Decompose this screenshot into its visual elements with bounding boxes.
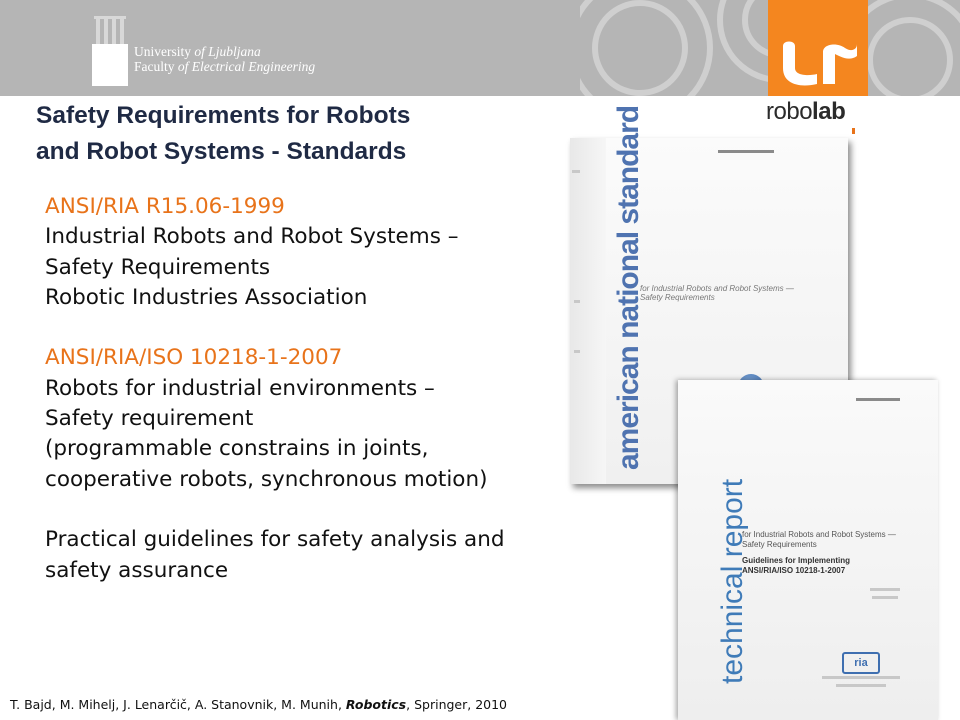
doc2-footer-line <box>822 676 900 679</box>
standard-description-line: Robotic Industries Association <box>45 284 368 310</box>
standard-description-line: Safety Requirements <box>45 254 271 280</box>
footer-authors: T. Bajd, M. Mihelj, J. Lenarčič, A. Stan… <box>10 697 346 712</box>
doc2-header-line <box>856 398 900 401</box>
guidelines-line: Practical guidelines for safety analysis… <box>45 527 505 553</box>
standard-description-line: (programmable constrains in joints, <box>45 436 429 462</box>
doc2-title: technical report <box>716 478 749 684</box>
footer-citation: T. Bajd, M. Mihelj, J. Lenarčič, A. Stan… <box>10 697 507 712</box>
doc1-header-line <box>718 150 774 153</box>
lr-logo-icon <box>783 41 857 86</box>
doc1-subtitle-line2: Safety Requirements <box>640 293 715 302</box>
doc2-subtitle-line4: ANSI/RIA/ISO 10218-1-2007 <box>742 566 846 575</box>
ria-logo-text: ria <box>854 657 868 669</box>
standard-description-line: Safety requirement <box>45 406 254 432</box>
guidelines-line: safety assurance <box>45 557 229 583</box>
footer-book-title: Robotics <box>345 697 407 712</box>
doc2-text-line <box>870 588 900 591</box>
title-line2: and Robot Systems - Standards <box>36 138 407 165</box>
doc1-subtitle-line1: for Industrial Robots and Robot Systems … <box>640 284 794 293</box>
doc1-margin-mark <box>572 170 580 173</box>
standard-description-line: Industrial Robots and Robot Systems – <box>45 224 459 250</box>
university-line2: Faculty <box>134 59 178 74</box>
slide-title: Safety Requirements for Robots and Robot… <box>36 98 596 170</box>
robolab-wordmark: robolab <box>766 98 846 126</box>
slide-body: ANSI/RIA R15.06-1999 Industrial Robots a… <box>45 192 605 586</box>
brand-name-bold: lab <box>812 98 846 125</box>
brand-accent-mark <box>852 128 855 134</box>
footer-publisher: , Springer, 2010 <box>406 697 508 712</box>
doc2-footer-line <box>836 684 886 687</box>
standard-code: ANSI/RIA/ISO 10218-1-2007 <box>45 345 343 371</box>
doc2-subtitle-line2: Safety Requirements <box>742 540 817 549</box>
brand-name-regular: robo <box>766 98 813 125</box>
doc2-subtitle-line1: for Industrial Robots and Robot Systems … <box>742 530 896 539</box>
university-name: University of Ljubljana Faculty of Elect… <box>134 44 315 74</box>
doc2-subtitle: for Industrial Robots and Robot Systems … <box>742 530 896 576</box>
university-line1: University <box>134 44 195 59</box>
doc2-text-line <box>872 596 898 599</box>
standard-description-line: Robots for industrial environments – <box>45 375 435 401</box>
doc1-subtitle: for Industrial Robots and Robot Systems … <box>640 284 794 302</box>
doc2-subtitle-line3: Guidelines for Implementing <box>742 556 851 565</box>
standard-code: ANSI/RIA R15.06-1999 <box>45 194 285 219</box>
standard-description-line: cooperative robots, synchronous motion) <box>45 466 488 492</box>
university-line2-italic: of Electrical Engineering <box>177 59 316 74</box>
university-building-icon <box>92 16 128 86</box>
university-line1-italic: of Ljubljana <box>194 44 261 59</box>
ria-logo-icon: ria <box>842 652 880 674</box>
title-line1: Safety Requirements for Robots <box>36 102 411 129</box>
